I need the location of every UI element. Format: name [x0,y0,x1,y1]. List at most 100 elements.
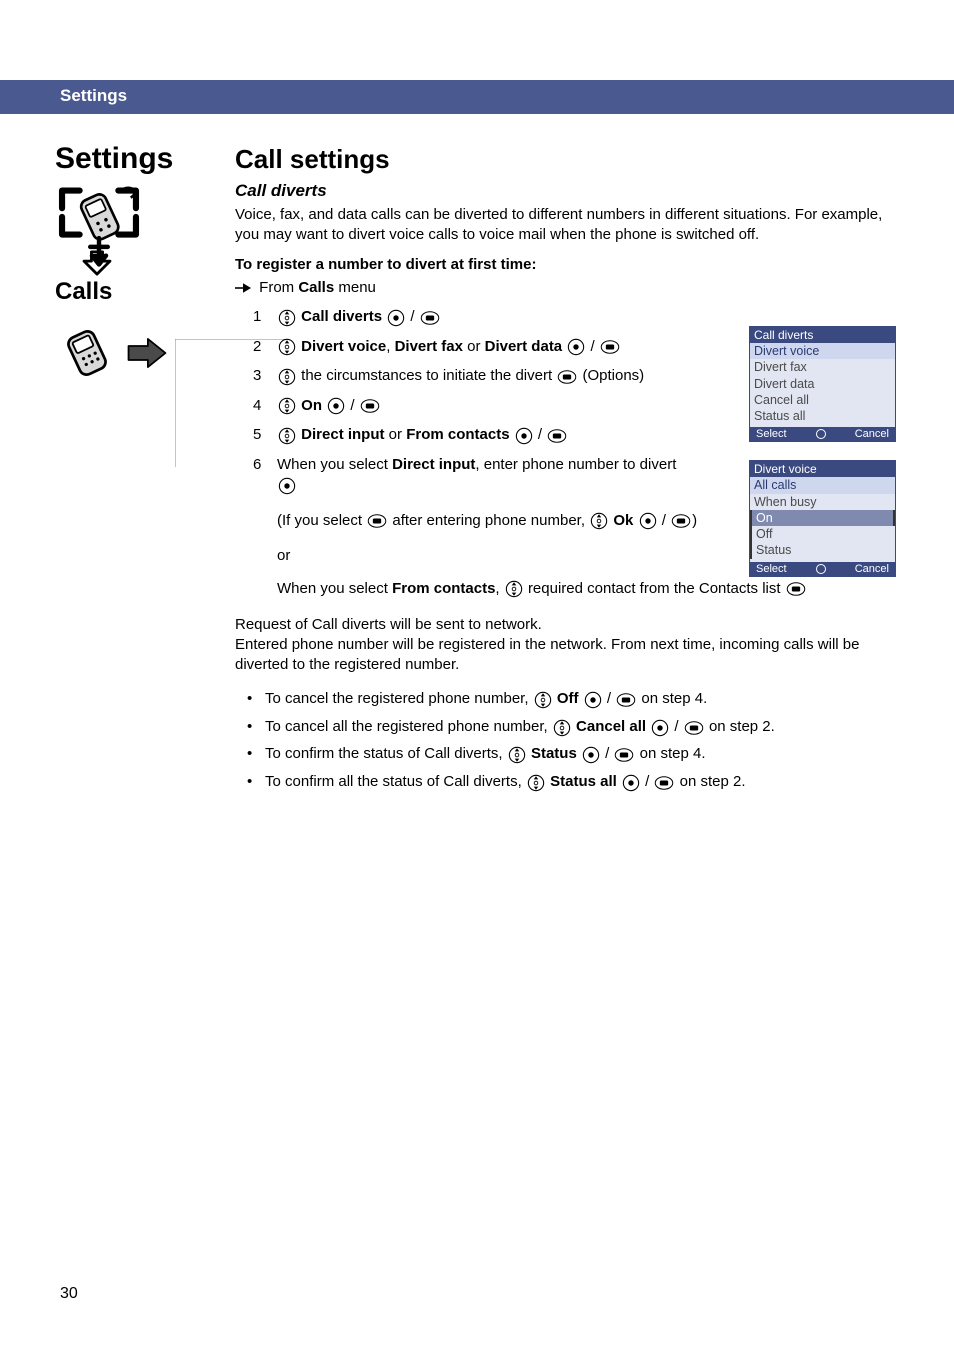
nav-updown-icon [590,510,608,533]
from-post: menu [334,279,376,296]
ps2-soft-right: Cancel [855,563,889,575]
slash: / [410,308,418,325]
b3-pre: To confirm the status of Call diverts, [265,745,507,762]
slash: / [538,426,546,443]
step-3: the circumstances to initiate the divert… [253,361,693,391]
steps-list: Call diverts / Divert voice, Divert fax … [253,302,693,500]
step-2: Divert voice, Divert fax or Divert data … [253,332,693,362]
request-paragraph: Request of Call diverts will be sent to … [235,615,904,676]
nav-updown-icon [508,744,526,765]
right-arrow-solid-icon [125,335,169,371]
b2-post: on step 2. [709,718,775,735]
ps1-row-1: Divert fax [750,359,895,375]
step2-sep1: , [386,338,394,355]
step-1: Call diverts / [253,302,693,332]
step6-bold: Direct input [392,456,475,473]
center-key-icon [651,716,669,737]
softkey-icon [600,336,620,357]
intro-paragraph: Voice, fax, and data calls can be divert… [235,205,904,246]
pointer-right-icon [235,282,251,294]
ps1-row-2: Divert data [750,376,895,392]
step5-sep: or [385,426,407,443]
step5-b1: Direct input [301,426,384,443]
fc-bold: From contacts [392,580,495,597]
b3-post: on step 4. [640,745,706,762]
if-ok: Ok [613,512,633,529]
notes-bullets: To cancel the registered phone number, O… [247,685,904,795]
step-5: Direct input or From contacts / [253,420,693,450]
softkey-icon [360,395,380,416]
step2-sep2: or [463,338,485,355]
ps1-soft-left: Select [756,428,787,440]
step-4: On / [253,391,693,421]
b3-bold: Status [531,745,577,762]
register-heading: To register a number to divert at first … [235,256,904,273]
bullet-2: To cancel all the registered phone numbe… [247,713,904,741]
heading-call-settings: Call settings [235,144,904,175]
softkey-icon [420,307,440,328]
ps1-softbar: Select Cancel [750,427,895,441]
step3-text: the circumstances to initiate the divert [301,367,556,384]
ps1-soft-mid-icon [816,429,826,439]
nav-updown-icon [278,395,296,416]
slash: / [662,512,670,529]
slash: / [350,397,358,414]
ps1-title: Call diverts [750,327,895,343]
nav-updown-icon [534,689,552,710]
subheading-call-diverts: Call diverts [235,181,904,201]
from-pre: From [259,279,298,296]
b1-bold: Off [557,690,579,707]
center-key-icon [584,689,602,710]
if-end: ) [692,512,697,529]
section-header: Settings [0,80,954,114]
center-key-icon [327,395,345,416]
phone-screen-2: Divert voice All calls When busy On Off … [749,460,896,576]
nav-updown-icon [278,366,296,387]
slash: / [607,690,615,707]
phone-screen-1: Call diverts Divert voice Divert fax Div… [749,326,896,442]
center-key-icon [387,307,405,328]
softkey-icon [614,744,634,765]
center-key-icon [515,425,533,446]
top-margin [0,0,954,80]
nav-updown-icon [553,716,571,737]
step6-post: , enter phone number to divert [475,456,676,473]
softkey-icon [671,510,691,533]
phone-small-icon [55,324,119,382]
softkey-icon [557,366,577,387]
step1-bold: Call diverts [301,308,382,325]
ps2-soft-left: Select [756,563,787,575]
down-arrow-open-icon [77,250,117,276]
from-menu-line: From Calls menu [235,279,904,297]
b4-bold: Status all [550,773,617,790]
softkey-icon [547,425,567,446]
ps2-soft-mid-icon [816,564,826,574]
nav-updown-icon [505,578,523,601]
step4-bold: On [301,397,322,414]
center-key-icon [278,475,296,496]
softkey-icon [367,510,387,533]
center-key-icon [582,744,600,765]
ps1-soft-right: Cancel [855,428,889,440]
from-bold: Calls [298,279,334,296]
softkey-icon [616,689,636,710]
step3-opt: (Options) [582,367,644,384]
step-6: When you select Direct input, enter phon… [253,450,693,501]
step5-b2: From contacts [406,426,509,443]
step2-b2: Divert fax [395,338,463,355]
slash: / [645,773,653,790]
if-mid: after entering phone number, [392,512,589,529]
left-column: Settings [55,144,225,796]
ps2-row-3: Off [750,526,895,542]
bullet-1: To cancel the registered phone number, O… [247,685,904,713]
fc-pre: When you select [277,580,392,597]
if-pre: (If you select [277,512,366,529]
nav-updown-icon [278,336,296,357]
ps2-softbar: Select Cancel [750,562,895,576]
left-subsection-label: Calls [55,278,112,306]
ps1-row-3: Cancel all [750,392,895,408]
ps2-row-4: Status [750,542,895,558]
slash: / [605,745,613,762]
ps2-row-1: When busy [750,494,895,510]
b1-post: on step 4. [641,690,707,707]
